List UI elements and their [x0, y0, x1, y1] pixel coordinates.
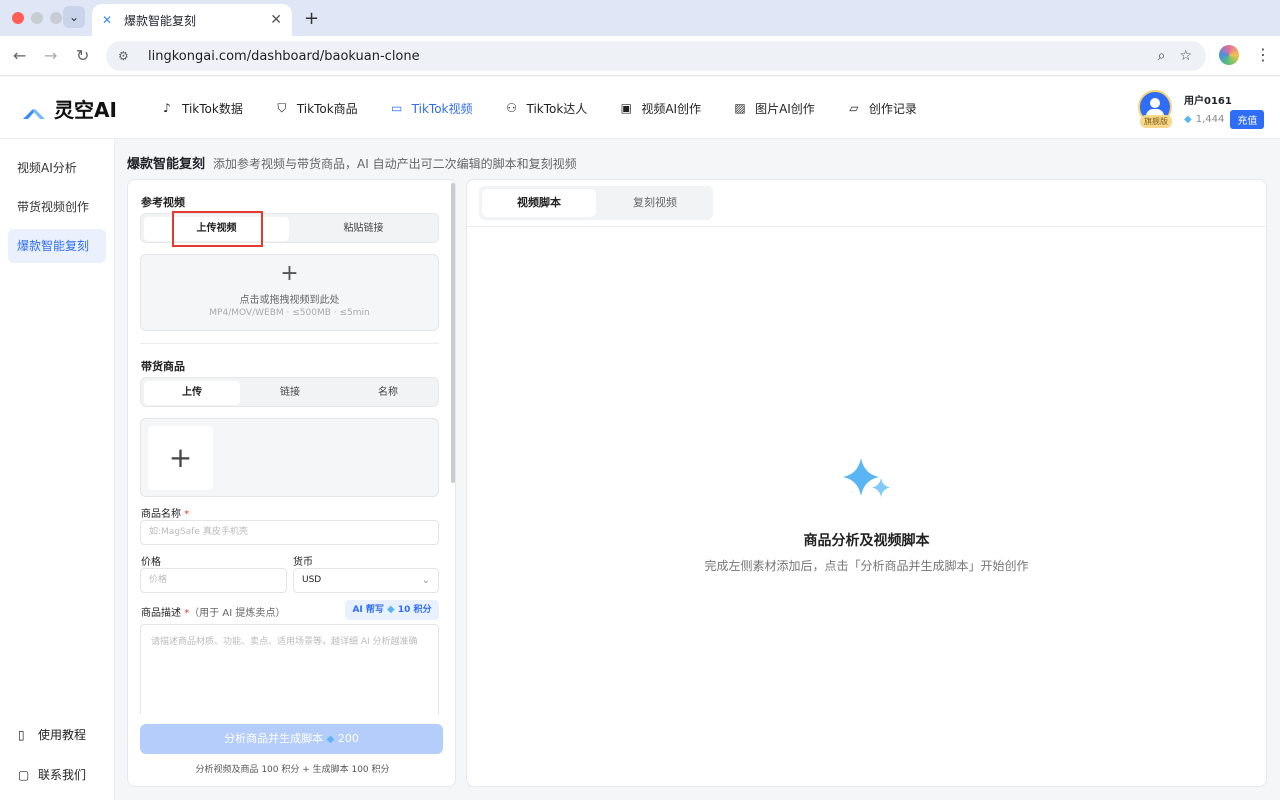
price-label: 价格 — [141, 557, 161, 568]
product-name-label: 商品名称 * — [141, 509, 190, 520]
brand-name: 灵空AI — [54, 98, 117, 122]
nav-tiktok-creators[interactable]: ⚇ TikTok达人 — [504, 100, 587, 117]
ref-video-label: 参考视频 — [141, 196, 185, 209]
product-image-area: + — [140, 418, 439, 497]
url-text: lingkongai.com/dashboard/baokuan-clone — [148, 48, 420, 64]
sidebar-item-video-analysis[interactable]: 视频AI分析 — [8, 151, 106, 185]
input-panel: 参考视频 上传视频 粘贴链接 + 点击或拖拽视频到此处 MP4/MOV/WEBM… — [127, 179, 456, 787]
credit-balance: 1,444 — [1195, 114, 1225, 125]
browser-menu-icon[interactable]: ⋮ — [1255, 45, 1271, 64]
product-desc-label: 商品描述 *（用于 AI 提炼卖点） — [141, 608, 286, 619]
sidebar-contact[interactable]: ▢ 联系我们 — [18, 766, 86, 783]
tab-list-button[interactable]: ⌄ — [63, 6, 85, 28]
chat-icon: ▢ — [18, 767, 30, 782]
empty-state-title: 商品分析及视频脚本 — [803, 533, 930, 549]
product-desc-textarea[interactable]: 请描述商品材质、功能、卖点、适用场景等，越详细 AI 分析越准确 — [140, 624, 439, 724]
user-name: 用户0161 — [1184, 96, 1232, 107]
focus-highlight-box — [172, 211, 263, 247]
film-icon: ▣ — [620, 101, 632, 115]
analyze-generate-button[interactable]: 分析商品并生成脚本 ◆ 200 — [140, 724, 443, 754]
folder-icon: ▱ — [849, 101, 859, 115]
nav-tiktok-products[interactable]: ⛉ TikTok商品 — [275, 100, 357, 117]
top-nav: ♪ TikTok数据 ⛉ TikTok商品 ▭ TikTok视频 ⚇ TikTok达人 … — [160, 77, 949, 139]
logo-mark-icon — [23, 98, 45, 119]
new-tab-button[interactable]: + — [304, 8, 319, 29]
url-bar[interactable]: ⚙ lingkongai.com/dashboard/baokuan-clone… — [106, 41, 1206, 71]
site-favicon-icon: ✕ — [102, 13, 113, 27]
cost-note: 分析视频及商品 100 积分 + 生成脚本 100 积分 — [195, 765, 390, 775]
address-bar-row: ← → ↻ ⚙ lingkongai.com/dashboard/baokuan… — [0, 36, 1280, 76]
tab-product-link[interactable]: 链接 — [242, 381, 338, 405]
submit-area: 分析商品并生成脚本 ◆ 200 分析视频及商品 100 积分 + 生成脚本 10… — [128, 714, 455, 786]
panel-scrollbar[interactable] — [451, 183, 455, 483]
currency-label: 货币 — [293, 557, 313, 568]
plus-icon: + — [280, 261, 299, 286]
zoom-icon[interactable]: ⌕ — [1158, 48, 1166, 64]
page-title-text: 爆款智能复刻 — [127, 157, 206, 172]
tab-product-upload[interactable]: 上传 — [144, 381, 240, 405]
nav-tiktok-data[interactable]: ♪ TikTok数据 — [160, 100, 243, 117]
tab-clone-video[interactable]: 复刻视频 — [598, 189, 712, 217]
browser-tab[interactable]: ✕ 爆款智能复刻 ✕ — [92, 4, 292, 36]
reload-icon[interactable]: ↻ — [76, 46, 89, 65]
image-icon: ▨ — [734, 101, 746, 115]
dropzone-hint: MP4/MOV/WEBM · ≤500MB · ≤5min — [209, 308, 370, 318]
tab-title: 爆款智能复刻 — [124, 13, 197, 28]
divider — [140, 343, 439, 344]
product-label: 带货商品 — [141, 360, 185, 373]
nav-video-ai[interactable]: ▣ 视频AI创作 — [619, 100, 701, 117]
sidebar-item-viral-clone[interactable]: 爆款智能复刻 — [8, 229, 106, 263]
result-tabs: 视频脚本 复刻视频 — [479, 186, 713, 220]
app-header: 灵空AI ♪ TikTok数据 ⛉ TikTok商品 ▭ TikTok视频 ⚇ TikT… — [0, 77, 1280, 139]
close-tab-icon[interactable]: ✕ — [270, 12, 282, 28]
nav-history[interactable]: ▱ 创作记录 — [847, 100, 917, 117]
ai-write-button[interactable]: AI 帮写 ◆ 10 积分 — [345, 600, 439, 620]
currency-select[interactable]: USD ⌄ — [293, 568, 439, 593]
tab-paste-link[interactable]: 粘贴链接 — [291, 217, 436, 241]
video-icon: ▭ — [390, 101, 403, 115]
bookmark-star-icon[interactable]: ☆ — [1179, 48, 1192, 64]
page-subtitle: 添加参考视频与带货商品，AI 自动产出可二次编辑的脚本和复刻视频 — [213, 157, 577, 171]
price-input[interactable]: 价格 — [140, 568, 287, 593]
nav-tiktok-video[interactable]: ▭ TikTok视频 — [390, 100, 473, 117]
bag-icon: ⛉ — [277, 101, 287, 115]
sparkle-icon — [843, 458, 890, 497]
extension-icon[interactable] — [1219, 45, 1239, 65]
dropzone-text: 点击或拖拽视频到此处 — [239, 295, 340, 306]
tier-badge: 旗舰版 — [1140, 115, 1172, 128]
forward-icon[interactable]: → — [44, 46, 57, 65]
result-panel: 视频脚本 复刻视频 商品分析及视频脚本 完成左侧素材添加后，点击「分析商品并生成… — [466, 179, 1267, 787]
sidebar-tutorial[interactable]: ▯ 使用教程 — [18, 726, 86, 743]
browser-tabstrip: ⌄ ✕ 爆款智能复刻 ✕ + — [0, 0, 1280, 36]
tab-product-name[interactable]: 名称 — [340, 381, 436, 405]
diamond-icon: ◆ — [387, 604, 395, 615]
users-icon: ⚇ — [506, 101, 517, 115]
brand-logo[interactable]: 灵空AI — [20, 94, 117, 123]
sidebar: 视频AI分析 带货视频创作 爆款智能复刻 ▯ 使用教程 ▢ 联系我们 — [0, 139, 115, 800]
divider — [467, 226, 1266, 227]
close-window-button[interactable] — [12, 12, 24, 24]
minimize-window-button[interactable] — [31, 12, 43, 24]
book-icon: ▯ — [18, 727, 25, 742]
page-title: 爆款智能复刻 添加参考视频与带货商品，AI 自动产出可二次编辑的脚本和复刻视频 — [127, 153, 577, 172]
recharge-button[interactable]: 充值 — [1230, 110, 1265, 129]
add-product-image-button[interactable]: + — [148, 426, 213, 490]
site-settings-icon[interactable]: ⚙ — [118, 49, 136, 63]
video-dropzone[interactable]: + 点击或拖拽视频到此处 MP4/MOV/WEBM · ≤500MB · ≤5m… — [140, 254, 439, 331]
product-tabs: 上传 链接 名称 — [140, 377, 439, 407]
sidebar-item-video-creation[interactable]: 带货视频创作 — [8, 190, 106, 224]
nav-image-ai[interactable]: ▨ 图片AI创作 — [733, 100, 814, 117]
empty-state-desc: 完成左侧素材添加后，点击「分析商品并生成脚本」开始创作 — [704, 559, 1029, 573]
back-icon[interactable]: ← — [13, 46, 26, 65]
diamond-icon: ◆ — [326, 734, 335, 745]
chevron-down-icon: ⌄ — [421, 575, 430, 586]
required-mark: * — [184, 509, 190, 520]
tab-video-script[interactable]: 视频脚本 — [482, 189, 596, 217]
product-name-input[interactable]: 如:MagSafe 真皮手机壳 — [140, 520, 439, 545]
tiktok-icon: ♪ — [163, 101, 171, 115]
diamond-icon: ◆ — [1184, 114, 1192, 125]
maximize-window-button[interactable] — [50, 12, 62, 24]
currency-value: USD — [302, 575, 322, 585]
